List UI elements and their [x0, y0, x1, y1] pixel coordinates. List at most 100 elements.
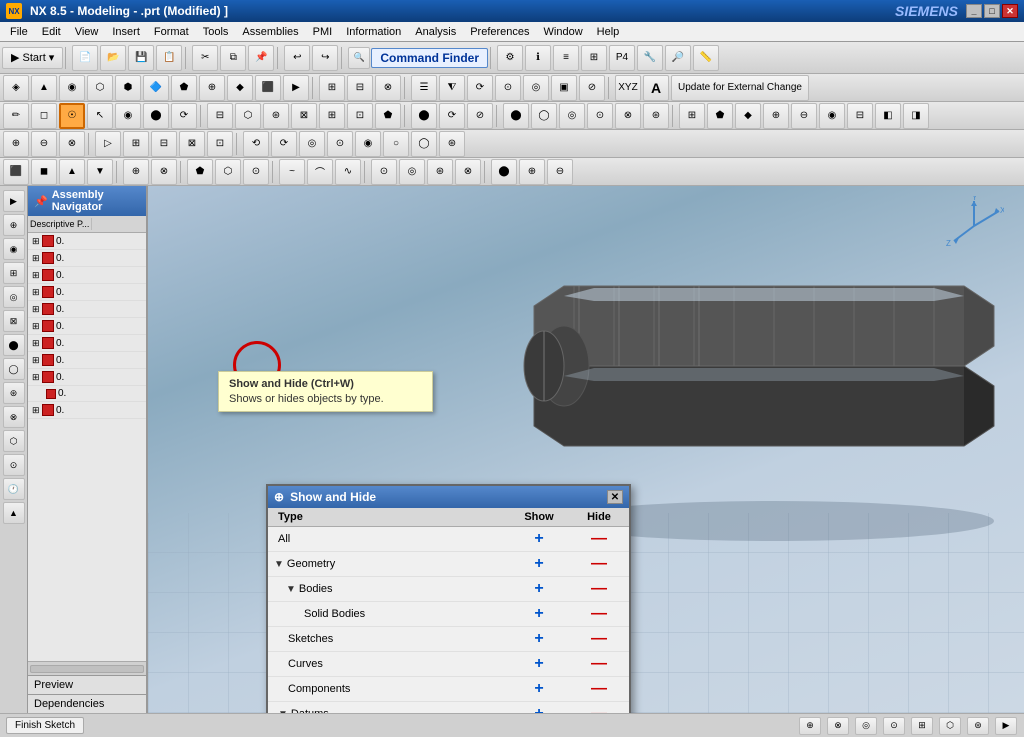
tb2-15[interactable]: ☰ — [411, 75, 437, 101]
row-curves-hide[interactable]: — — [569, 655, 629, 673]
tb3-9[interactable]: ⬡ — [235, 103, 261, 129]
tb5-18[interactable]: ⊕ — [519, 159, 545, 185]
nav-item-9[interactable]: 0. — [28, 386, 146, 402]
update-external[interactable]: Update for External Change — [671, 75, 809, 101]
tb2-10[interactable]: ⬛ — [255, 75, 281, 101]
tb3-19[interactable]: ◯ — [531, 103, 557, 129]
close-button[interactable]: ✕ — [1002, 4, 1018, 18]
tb4-14[interactable]: ○ — [383, 131, 409, 157]
dialog-close-button[interactable]: ✕ — [607, 490, 623, 504]
tb3-11[interactable]: ⊠ — [291, 103, 317, 129]
nav-item-7[interactable]: ⊞ 0. — [28, 352, 146, 369]
minimize-button[interactable]: _ — [966, 4, 982, 18]
tb5-10[interactable]: ~ — [279, 159, 305, 185]
tb2-1[interactable]: ◈ — [3, 75, 29, 101]
tb-extra-7[interactable]: 🔎 — [665, 45, 691, 71]
tb3-6[interactable]: ⬤ — [143, 103, 169, 129]
tb5-14[interactable]: ◎ — [399, 159, 425, 185]
sidebar-icon-clock[interactable]: 🕐 — [3, 478, 25, 500]
row-components-hide[interactable]: — — [569, 680, 629, 698]
save-button[interactable]: 💾 — [128, 45, 154, 71]
tb5-6[interactable]: ⊗ — [151, 159, 177, 185]
nav-item-4[interactable]: ⊞ 0. — [28, 301, 146, 318]
sidebar-icon-11[interactable]: ⬡ — [3, 430, 25, 452]
nav-item-5[interactable]: ⊞ 0. — [28, 318, 146, 335]
row-geometry-hide[interactable]: — — [569, 555, 629, 573]
sidebar-icon-5[interactable]: ◎ — [3, 286, 25, 308]
tb4-15[interactable]: ◯ — [411, 131, 437, 157]
save-as-button[interactable]: 📋 — [156, 45, 182, 71]
nav-item-1[interactable]: ⊞ 0. — [28, 250, 146, 267]
nav-pin-icon[interactable]: 📌 — [34, 195, 48, 208]
tb4-2[interactable]: ⊖ — [31, 131, 57, 157]
tb3-15[interactable]: ⬤ — [411, 103, 437, 129]
cmd-finder-label[interactable]: Command Finder — [371, 48, 488, 68]
nav-item-3[interactable]: ⊞ 0. — [28, 284, 146, 301]
nav-item-2[interactable]: ⊞ 0. — [28, 267, 146, 284]
tb3-22[interactable]: ⊗ — [615, 103, 641, 129]
row-all-hide[interactable]: — — [569, 530, 629, 548]
tb3-7[interactable]: ⟳ — [171, 103, 197, 129]
tb3-27[interactable]: ⊕ — [763, 103, 789, 129]
tb3-12[interactable]: ⊞ — [319, 103, 345, 129]
row-geometry-show[interactable]: + — [509, 555, 569, 573]
tb2-18[interactable]: ⊙ — [495, 75, 521, 101]
tb5-15[interactable]: ⊛ — [427, 159, 453, 185]
redo-button[interactable]: ↪ — [312, 45, 338, 71]
datums-collapse-icon[interactable]: ▼ — [278, 709, 288, 714]
tb3-31[interactable]: ◧ — [875, 103, 901, 129]
status-icon-5[interactable]: ⊞ — [911, 717, 933, 735]
tb5-11[interactable]: ⌒ — [307, 159, 333, 185]
tb3-29[interactable]: ◉ — [819, 103, 845, 129]
sidebar-icon-1[interactable]: ▶ — [3, 190, 25, 212]
menu-window[interactable]: Window — [538, 24, 589, 40]
menu-assemblies[interactable]: Assemblies — [236, 24, 304, 40]
sidebar-icon-9[interactable]: ⊛ — [3, 382, 25, 404]
status-icon-7[interactable]: ⊛ — [967, 717, 989, 735]
menu-information[interactable]: Information — [340, 24, 407, 40]
tb3-28[interactable]: ⊖ — [791, 103, 817, 129]
row-sketches-show[interactable]: + — [509, 630, 569, 648]
sidebar-icon-6[interactable]: ⊠ — [3, 310, 25, 332]
preview-label[interactable]: Preview — [28, 675, 146, 694]
status-icon-8[interactable]: ▶ — [995, 717, 1017, 735]
row-solid-bodies-hide[interactable]: — — [569, 605, 629, 623]
tb-extra-3[interactable]: ≡ — [553, 45, 579, 71]
sidebar-icon-8[interactable]: ◯ — [3, 358, 25, 380]
tb3-16[interactable]: ⟳ — [439, 103, 465, 129]
canvas-area[interactable]: X Y Z Show and Hide (Ctrl+W) Shows or hi… — [148, 186, 1024, 713]
tb3-24[interactable]: ⊞ — [679, 103, 705, 129]
row-datums-show[interactable]: + — [509, 705, 569, 713]
dependencies-label[interactable]: Dependencies — [28, 694, 146, 713]
menu-file[interactable]: File — [4, 24, 34, 40]
tb3-30[interactable]: ⊟ — [847, 103, 873, 129]
status-icon-1[interactable]: ⊕ — [799, 717, 821, 735]
sidebar-icon-2[interactable]: ⊕ — [3, 214, 25, 236]
tb5-9[interactable]: ⊙ — [243, 159, 269, 185]
tb4-13[interactable]: ◉ — [355, 131, 381, 157]
tb3-cursor[interactable]: ↖ — [87, 103, 113, 129]
tb2-3[interactable]: ◉ — [59, 75, 85, 101]
tb-extra-5[interactable]: P4 — [609, 45, 635, 71]
tb-extra-2[interactable]: ℹ — [525, 45, 551, 71]
row-all-show[interactable]: + — [509, 530, 569, 548]
row-solid-bodies-show[interactable]: + — [509, 605, 569, 623]
tb4-5[interactable]: ⊞ — [123, 131, 149, 157]
status-icon-6[interactable]: ⬡ — [939, 717, 961, 735]
tb-extra-4[interactable]: ⊞ — [581, 45, 607, 71]
tb3-14[interactable]: ⬟ — [375, 103, 401, 129]
tb-extra-6[interactable]: 🔧 — [637, 45, 663, 71]
nav-item-0[interactable]: ⊞ 0. — [28, 233, 146, 250]
menu-view[interactable]: View — [69, 24, 105, 40]
tb2-12[interactable]: ⊞ — [319, 75, 345, 101]
sidebar-icon-3[interactable]: ◉ — [3, 238, 25, 260]
tb4-8[interactable]: ⊡ — [207, 131, 233, 157]
menu-pmi[interactable]: PMI — [307, 24, 339, 40]
sidebar-icon-7[interactable]: ⬤ — [3, 334, 25, 356]
tb3-3[interactable]: ☉ — [59, 103, 85, 129]
copy-button[interactable]: ⧉ — [220, 45, 246, 71]
paste-button[interactable]: 📌 — [248, 45, 274, 71]
cmd-finder-icon[interactable]: 🔍 — [348, 47, 370, 69]
tb5-17[interactable]: ⬤ — [491, 159, 517, 185]
tb3-21[interactable]: ⊙ — [587, 103, 613, 129]
